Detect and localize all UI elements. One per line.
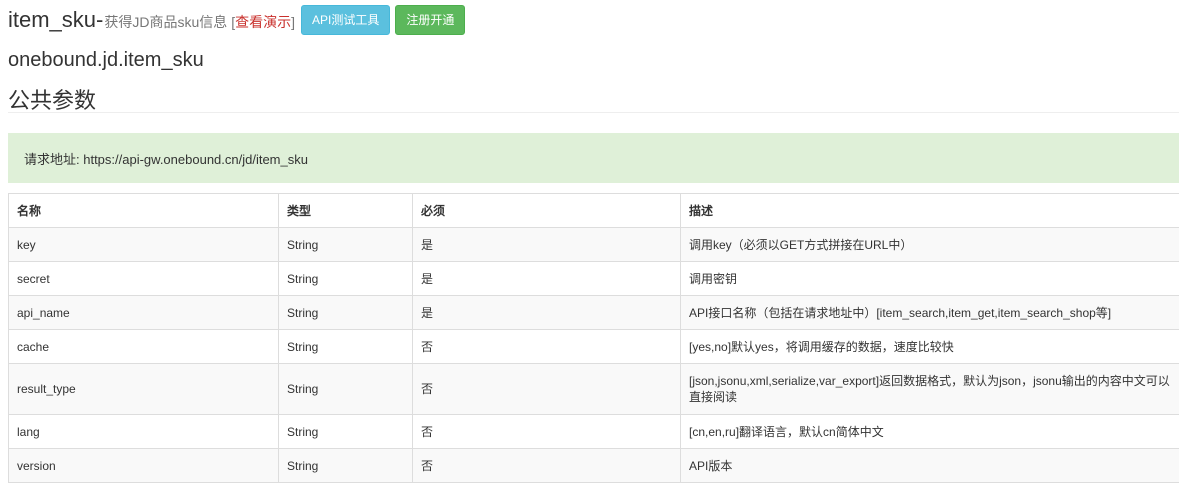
table-row: secret String 是 调用密钥	[8, 261, 1179, 296]
table-row: key String 是 调用key（必须以GET方式拼接在URL中）	[8, 227, 1179, 262]
api-test-tool-button[interactable]: API测试工具	[301, 5, 391, 35]
header-description: 描述	[680, 193, 1179, 228]
cell-required: 否	[412, 329, 681, 364]
method-name: onebound.jd.item_sku	[8, 49, 204, 71]
cell-name: api_name	[8, 295, 279, 330]
params-table: 名称 类型 必须 描述 key String 是 调用key（必须以GET方式拼…	[8, 193, 1179, 483]
cell-type: String	[278, 414, 413, 449]
cell-name: lang	[8, 414, 279, 449]
view-demo-link[interactable]: 查看演示	[235, 12, 291, 32]
table-row: cache String 否 [yes,no]默认yes，将调用缓存的数据，速度…	[8, 329, 1179, 364]
cell-name: secret	[8, 261, 279, 296]
header-name: 名称	[8, 193, 279, 228]
divider	[8, 112, 1179, 113]
cell-type: String	[278, 363, 413, 415]
request-url-text[interactable]: 请求地址: https://api-gw.onebound.cn/jd/item…	[24, 149, 308, 168]
cell-required: 是	[412, 295, 681, 330]
cell-description: [json,jsonu,xml,serialize,var_export]返回数…	[680, 363, 1179, 415]
cell-description: [cn,en,ru]翻译语言，默认cn简体中文	[680, 414, 1179, 449]
bracket-close: ]	[291, 13, 296, 30]
request-url-alert: 请求地址: https://api-gw.onebound.cn/jd/item…	[8, 133, 1179, 183]
cell-description: API接口名称（包括在请求地址中）[item_search,item_get,i…	[680, 295, 1179, 330]
cell-type: String	[278, 295, 413, 330]
page-header: item_sku- 获得JD商品sku信息 [ 查看演示 ] API测试工具 注…	[8, 5, 466, 35]
cell-description: 调用密钥	[680, 261, 1179, 296]
cell-description: 调用key（必须以GET方式拼接在URL中）	[680, 227, 1179, 262]
cell-type: String	[278, 227, 413, 262]
register-button[interactable]: 注册开通	[395, 5, 466, 35]
cell-name: version	[8, 448, 279, 483]
section-title: 公共参数	[8, 88, 97, 113]
table-row: lang String 否 [cn,en,ru]翻译语言，默认cn简体中文	[8, 414, 1179, 449]
table-header-row: 名称 类型 必须 描述	[8, 193, 1179, 228]
api-title: item_sku-	[8, 7, 104, 32]
header-required: 必须	[412, 193, 681, 228]
cell-required: 是	[412, 227, 681, 262]
cell-type: String	[278, 329, 413, 364]
cell-name: key	[8, 227, 279, 262]
cell-required: 是	[412, 261, 681, 296]
cell-type: String	[278, 448, 413, 483]
table-row: api_name String 是 API接口名称（包括在请求地址中）[item…	[8, 295, 1179, 330]
cell-type: String	[278, 261, 413, 296]
cell-required: 否	[412, 414, 681, 449]
cell-required: 否	[412, 363, 681, 415]
api-subtitle: 获得JD商品sku信息	[104, 13, 228, 30]
table-row: version String 否 API版本	[8, 448, 1179, 483]
header-type: 类型	[278, 193, 413, 228]
cell-description: API版本	[680, 448, 1179, 483]
cell-name: result_type	[8, 363, 279, 415]
cell-required: 否	[412, 448, 681, 483]
cell-name: cache	[8, 329, 279, 364]
table-row: result_type String 否 [json,jsonu,xml,ser…	[8, 363, 1179, 415]
cell-description: [yes,no]默认yes，将调用缓存的数据，速度比较快	[680, 329, 1179, 364]
